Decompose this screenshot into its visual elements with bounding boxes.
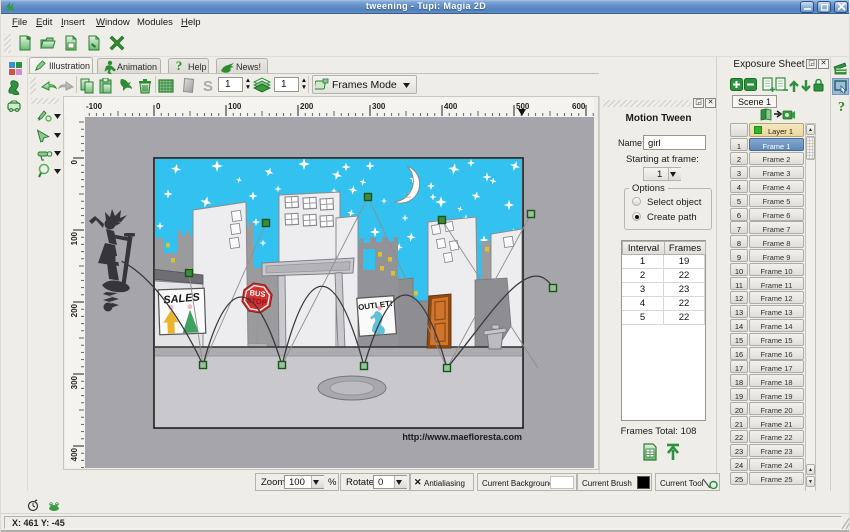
svg-text:300: 300 (372, 102, 386, 111)
svg-text:?: ? (838, 100, 845, 112)
svg-text:?: ? (176, 59, 183, 71)
svg-text:300: 300 (70, 375, 79, 389)
svg-text:-100: -100 (86, 102, 103, 111)
svg-text:http://www.maefloresta.com: http://www.maefloresta.com (402, 432, 522, 442)
svg-text:100: 100 (70, 231, 79, 245)
svg-text:400: 400 (70, 447, 79, 461)
svg-text:0: 0 (70, 159, 79, 164)
svg-text:200: 200 (300, 102, 314, 111)
svg-text:600: 600 (572, 102, 586, 111)
svg-text:400: 400 (444, 102, 458, 111)
svg-text:S: S (203, 78, 213, 94)
svg-text:0: 0 (156, 102, 161, 111)
svg-text:100: 100 (228, 102, 242, 111)
svg-text:200: 200 (70, 303, 79, 317)
